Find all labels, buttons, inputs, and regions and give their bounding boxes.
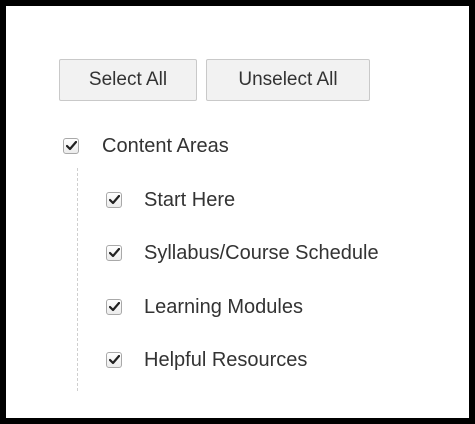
tree-item-content-areas[interactable]: Content Areas bbox=[63, 129, 229, 163]
tree-item-label: Content Areas bbox=[102, 134, 229, 157]
checkbox-helpful-resources[interactable] bbox=[106, 352, 122, 368]
selection-panel: Select All Unselect All Content Areas St… bbox=[0, 0, 475, 424]
checkbox-content-areas[interactable] bbox=[63, 138, 79, 154]
tree-item-helpful-resources[interactable]: Helpful Resources bbox=[106, 343, 307, 377]
tree-item-label: Start Here bbox=[144, 188, 236, 211]
tree-item-learning-modules[interactable]: Learning Modules bbox=[106, 290, 303, 324]
checkbox-start-here[interactable] bbox=[106, 192, 122, 208]
tree-item-label: Learning Modules bbox=[144, 295, 303, 318]
checkmark-icon bbox=[108, 302, 120, 312]
tree-item-syllabus-course-schedule[interactable]: Syllabus/Course Schedule bbox=[106, 236, 379, 270]
checkmark-icon bbox=[108, 355, 120, 365]
tree-item-label: Syllabus/Course Schedule bbox=[144, 241, 379, 264]
unselect-all-button[interactable]: Unselect All bbox=[206, 59, 370, 101]
checkmark-icon bbox=[65, 141, 77, 151]
checkbox-syllabus-course-schedule[interactable] bbox=[106, 245, 122, 261]
tree-connector-line bbox=[77, 168, 78, 391]
checkbox-learning-modules[interactable] bbox=[106, 299, 122, 315]
select-all-button[interactable]: Select All bbox=[59, 59, 197, 101]
checkmark-icon bbox=[108, 195, 120, 205]
checkmark-icon bbox=[108, 248, 120, 258]
tree-item-label: Helpful Resources bbox=[144, 348, 308, 371]
tree-item-start-here[interactable]: Start Here bbox=[106, 183, 235, 217]
